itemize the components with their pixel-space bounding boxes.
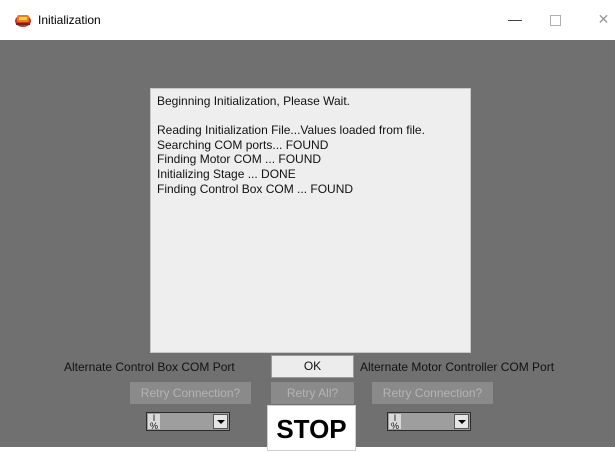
alt-control-box-label: Alternate Control Box COM Port [64, 360, 235, 374]
visa-io-icon: I % [389, 414, 401, 431]
close-button[interactable]: ✕ [592, 8, 615, 30]
io-glyph-bottom: % [390, 421, 399, 431]
dropdown-arrow-icon[interactable] [213, 414, 228, 429]
control-box-com-select[interactable]: I % [146, 412, 230, 431]
maximize-icon [549, 14, 561, 26]
minimize-icon: — [508, 11, 522, 27]
io-glyph-bottom: % [149, 421, 158, 431]
minimize-button[interactable]: — [505, 8, 525, 30]
visa-io-icon: I % [148, 414, 160, 431]
motor-controller-com-value [402, 414, 452, 429]
alt-motor-controller-label: Alternate Motor Controller COM Port [360, 360, 555, 374]
control-box-com-value [161, 414, 211, 429]
status-log: Beginning Initialization, Please Wait. R… [150, 88, 471, 353]
title-bar[interactable]: Initialization — ✕ [0, 0, 615, 40]
ok-button[interactable]: OK [271, 355, 354, 378]
motor-controller-com-select[interactable]: I % [387, 412, 471, 431]
dropdown-arrow-icon[interactable] [454, 414, 469, 429]
stage-motor-icon [15, 15, 31, 27]
retry-all-button[interactable]: Retry All? [271, 382, 354, 404]
retry-connection-motor-controller-button[interactable]: Retry Connection? [372, 382, 493, 404]
main-panel: Beginning Initialization, Please Wait. R… [0, 40, 615, 451]
retry-connection-control-box-button[interactable]: Retry Connection? [130, 382, 251, 404]
maximize-button [545, 8, 565, 30]
stop-button[interactable]: STOP [267, 405, 356, 451]
close-icon: ✕ [597, 11, 610, 27]
window-title: Initialization [38, 13, 101, 27]
